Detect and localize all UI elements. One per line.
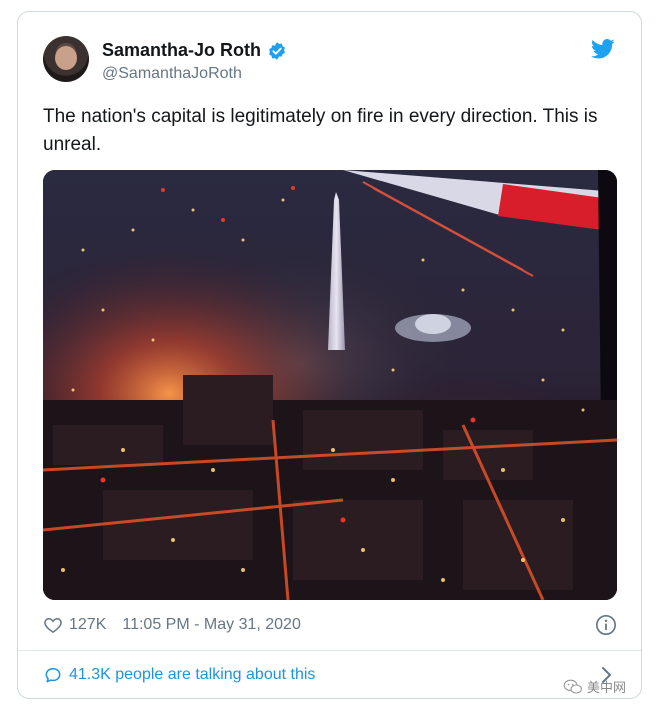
avatar[interactable]: [43, 36, 89, 82]
tweet-photo[interactable]: [43, 170, 617, 600]
watermark: 美中网: [563, 677, 626, 696]
heart-icon[interactable]: [43, 615, 63, 635]
wechat-icon: [563, 679, 582, 694]
watermark-label: 美中网: [587, 681, 627, 696]
verified-icon: [269, 41, 285, 60]
conversation-link[interactable]: 41.3K people are talking about this: [43, 664, 617, 686]
speech-bubble-icon: [45, 668, 61, 683]
author-name-row[interactable]: Samantha-Jo Roth: [102, 40, 287, 61]
conversation-count[interactable]: 41.3K people are talking about this: [69, 666, 315, 684]
tweet-text: The nation's capital is legitimately on …: [43, 106, 598, 155]
tweet-card: Samantha-Jo Roth @SamanthaJoRoth The nat…: [17, 11, 642, 699]
like-count[interactable]: 127K: [69, 616, 106, 634]
tweet-meta-row: 127K 11:05 PM - May 31, 2020: [43, 614, 617, 636]
divider: [18, 650, 641, 651]
tweet-timestamp[interactable]: 11:05 PM - May 31, 2020: [122, 616, 300, 634]
author-handle[interactable]: @SamanthaJoRoth: [102, 65, 242, 83]
info-icon[interactable]: [595, 614, 617, 636]
city-fire-photo: [43, 170, 617, 600]
twitter-bird-icon[interactable]: [591, 38, 615, 60]
author-display-name[interactable]: Samantha-Jo Roth: [102, 40, 261, 61]
